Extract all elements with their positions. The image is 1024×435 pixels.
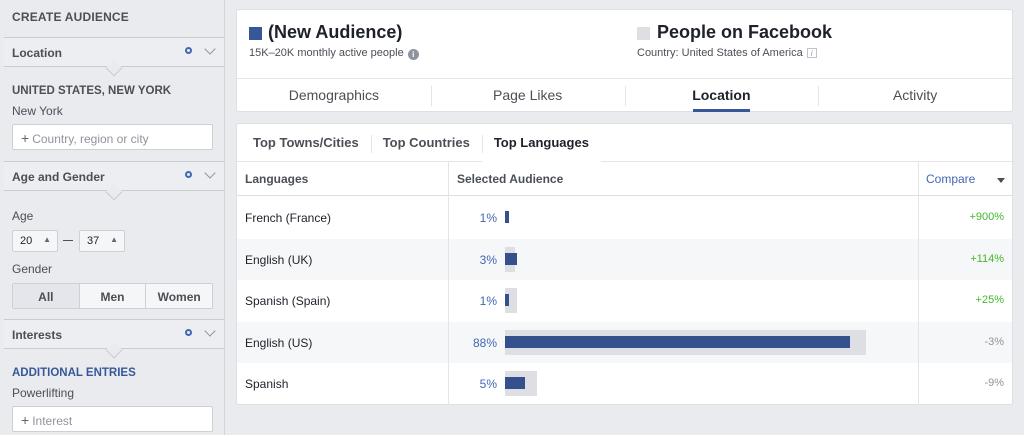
location-region: New York (12, 104, 63, 118)
table-row: Spanish (Spain) 1% +25% (237, 280, 1012, 321)
compare-country-text: Country: United States of America (637, 47, 803, 59)
plus-icon: + (21, 130, 30, 146)
row-language: French (France) (245, 211, 332, 225)
interests-header-label: Interests (12, 328, 63, 342)
compare-color-swatch (637, 27, 650, 40)
tab-location[interactable]: Location (624, 79, 819, 112)
location-search-input[interactable]: + Country, region or city (12, 124, 213, 150)
audience-bar (505, 377, 525, 389)
audience-header-panel: (New Audience) 15K–20K monthly active pe… (236, 9, 1013, 112)
row-percentage: 1% (479, 294, 497, 308)
location-input-placeholder: Country, region or city (32, 132, 149, 146)
chevron-down-icon[interactable] (204, 167, 216, 179)
section-tabs: Demographics Page Likes Location Activit… (237, 78, 1012, 112)
settings-dot-icon[interactable] (185, 329, 192, 336)
languages-panel: Top Towns/Cities Top Countries Top Langu… (236, 123, 1013, 405)
table-row: French (France) 1% +900% (237, 197, 1012, 238)
plus-icon: + (21, 412, 30, 428)
row-language: English (US) (245, 335, 313, 350)
audience-size-text: 15K–20K monthly active people (249, 47, 404, 59)
row-compare-value: +114% (970, 252, 1004, 265)
tab-activity[interactable]: Activity (818, 79, 1012, 112)
table-row: English (US) 88% -3% (237, 321, 1012, 363)
compare-country: Country: United States of America i (637, 47, 817, 59)
audience-bar (505, 294, 509, 306)
column-divider (448, 162, 449, 405)
sidebar-title: CREATE AUDIENCE (12, 10, 130, 24)
audience-color-swatch (249, 27, 262, 40)
interest-entry: Powerlifting (12, 386, 75, 400)
location-country: UNITED STATES, NEW YORK (12, 85, 172, 97)
interest-input-placeholder: Interest (32, 414, 73, 428)
row-compare-value: +900% (969, 211, 1004, 223)
tab-demographics[interactable]: Demographics (237, 79, 431, 112)
gender-selector: All Men Women (12, 283, 213, 309)
row-percentage: 88% (472, 335, 497, 350)
age-label: Age (12, 209, 34, 223)
info-icon[interactable]: i (806, 48, 817, 58)
row-language: Spanish (Spain) (245, 294, 331, 308)
age-min-value: 20 (20, 235, 33, 247)
interest-input[interactable]: + Interest (12, 406, 213, 432)
sidebar: CREATE AUDIENCE Location UNITED STATES, … (0, 0, 225, 435)
age-max-select[interactable]: 37 ▲︎ (79, 230, 125, 252)
audience-name: (New Audience) (268, 22, 403, 42)
column-divider (918, 162, 919, 405)
row-compare-value: +25% (975, 294, 1004, 306)
location-subtabs: Top Towns/Cities Top Countries Top Langu… (237, 124, 1012, 163)
table-row: Spanish 5% -9% (237, 363, 1012, 404)
chevron-down-icon[interactable] (204, 325, 216, 337)
stepper-icon: ▲︎ (43, 235, 51, 244)
compare-name: People on Facebook (657, 22, 833, 42)
compare-dropdown[interactable]: Compare (926, 172, 975, 186)
settings-dot-icon[interactable] (185, 47, 192, 54)
row-compare-value: -3% (984, 335, 1004, 348)
age-max-value: 37 (87, 235, 100, 247)
audience-size: 15K–20K monthly active people i (249, 47, 419, 60)
gender-option-women[interactable]: Women (145, 284, 212, 308)
row-compare-value: -9% (984, 377, 1004, 389)
age-min-select[interactable]: 20 ▲︎ (12, 230, 58, 252)
row-percentage: 1% (479, 211, 497, 225)
row-language: Spanish (245, 377, 289, 391)
gender-option-all[interactable]: All (13, 284, 79, 308)
age-range-dash (63, 240, 73, 241)
table-header: Languages Selected Audience Compare (237, 162, 1012, 196)
row-language: English (UK) (245, 252, 313, 267)
audience-bar (505, 252, 517, 265)
row-percentage: 5% (479, 377, 497, 391)
info-icon[interactable]: i (407, 49, 419, 60)
location-header-label: Location (12, 46, 62, 60)
age-gender-header-label: Age and Gender (12, 170, 105, 184)
audience-bar (505, 211, 509, 223)
stepper-icon: ▲︎ (110, 235, 118, 244)
audience-bar (505, 335, 850, 348)
tab-page-likes[interactable]: Page Likes (430, 79, 625, 112)
subtab-top-towns[interactable]: Top Towns/Cities (241, 124, 371, 162)
column-header-languages: Languages (245, 172, 309, 186)
column-header-selected-audience: Selected Audience (457, 172, 564, 186)
additional-entries-label: ADDITIONAL ENTRIES (12, 367, 136, 379)
table-row: English (UK) 3% +114% (237, 238, 1012, 280)
gender-option-men[interactable]: Men (78, 284, 146, 308)
settings-dot-icon[interactable] (185, 171, 192, 178)
chevron-down-icon[interactable] (204, 43, 216, 55)
row-percentage: 3% (479, 252, 497, 267)
subtab-top-languages[interactable]: Top Languages (481, 124, 602, 163)
subtab-top-countries[interactable]: Top Countries (370, 124, 482, 162)
gender-label: Gender (12, 262, 53, 276)
dropdown-caret-icon[interactable] (997, 178, 1005, 183)
